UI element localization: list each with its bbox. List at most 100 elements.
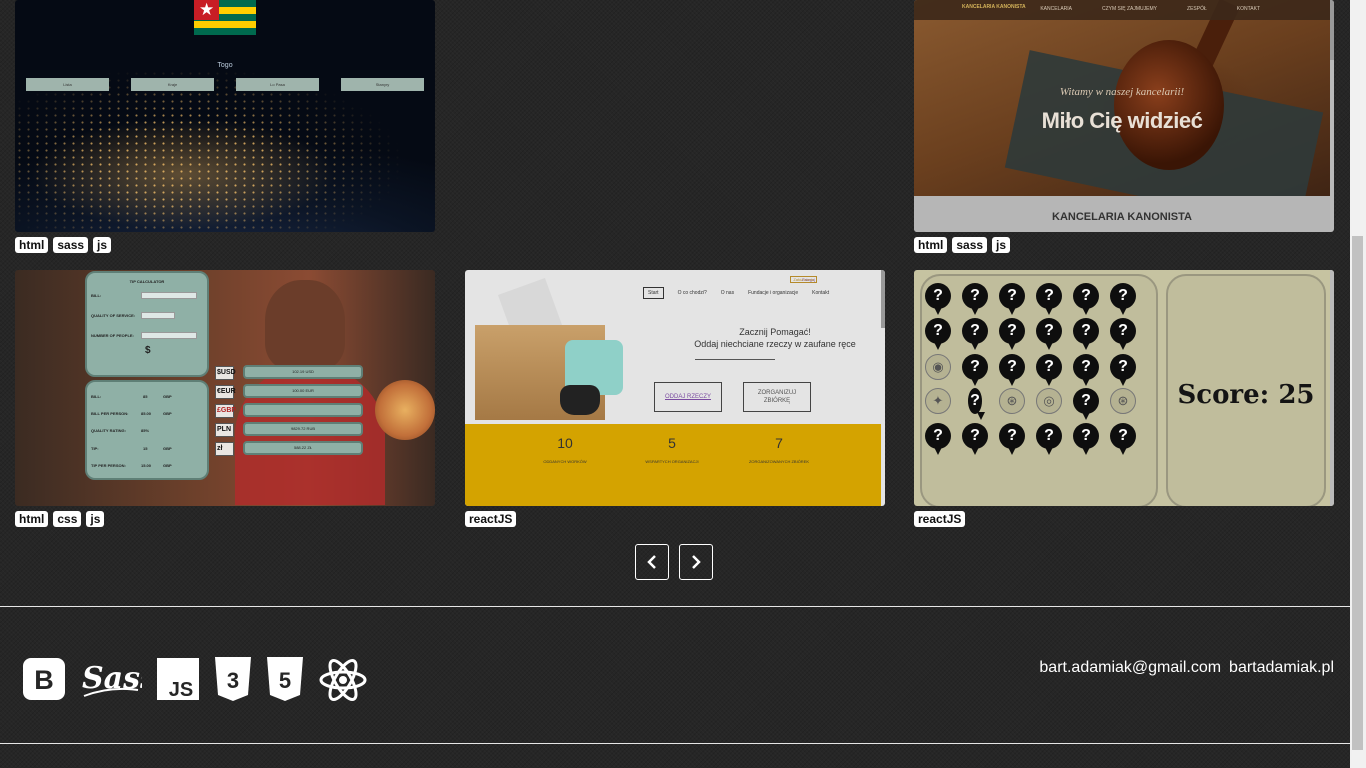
card-face: ◎ (1036, 388, 1062, 414)
result-label: TIP: (91, 446, 99, 451)
preview-scrollbar (1330, 270, 1334, 506)
page-scrollbar[interactable] (1350, 0, 1366, 768)
result-currency: GBP (163, 394, 172, 399)
hidden-card-icon: ? (962, 423, 988, 455)
stat-number: 10 (557, 435, 573, 451)
project-card-charity[interactable]: Zaloguj Załóż konto Start O co chodzi? O… (465, 270, 885, 506)
project-thumbnail[interactable]: Zaloguj Załóż konto Start O co chodzi? O… (465, 270, 885, 506)
hidden-card-icon: ? (962, 318, 988, 350)
project-card-tipcalc[interactable]: TIP CALCULATOR BILL: QUALITY OF SERVICE:… (15, 270, 435, 506)
scrollbar-thumb[interactable] (1352, 236, 1363, 750)
calc-label: NUMBER OF PEOPLE: (91, 333, 134, 338)
stat: 7 ZORGANIZOWANYCH ZBIÓREK (729, 435, 829, 464)
hidden-card-icon: ? (968, 388, 985, 420)
result-value: 85 (143, 394, 148, 399)
hidden-card-icon: ? (1036, 318, 1062, 350)
previous-page-button[interactable] (635, 544, 669, 580)
project-card-kancelaria[interactable]: KANCELARIA KANONISTA KANCELARIA CZYM SIĘ… (914, 0, 1334, 232)
website-link[interactable]: bartadamiak.pl (1229, 659, 1334, 677)
stat-label: ZORGANIZOWANYCH ZBIÓREK (748, 459, 810, 464)
chevron-right-icon (692, 555, 701, 569)
stat-number: 5 (668, 435, 676, 451)
hidden-card-icon: ? (925, 423, 951, 455)
hidden-card-icon: ? (1110, 423, 1136, 455)
currency-icon: £GBP (215, 404, 236, 418)
stat-label: WSPARTYCH ORGANIZACJI (645, 459, 699, 464)
preview-nav-link: ZESPÓŁ (1187, 6, 1207, 12)
hidden-card-icon: ? (1073, 388, 1099, 420)
tag: html (914, 237, 948, 253)
hidden-card-icon: ? (1110, 354, 1136, 386)
headline-line: Zacznij Pomagać! (739, 327, 811, 337)
preview-nav-link: Fundacje i organizacje (748, 290, 799, 296)
project-thumbnail[interactable]: TIP CALCULATOR BILL: QUALITY OF SERVICE:… (15, 270, 435, 506)
sass-icon: Sass (80, 656, 157, 707)
chevron-left-icon (647, 555, 656, 569)
country-name: Togo (217, 62, 233, 69)
results-panel: BILL: 85 GBP BILL PER PERSON: 85.00 GBP … (85, 380, 209, 480)
hidden-card-icon: ? (1073, 423, 1099, 455)
preview-button: Kraje (131, 78, 214, 91)
hidden-card-icon: ? (962, 354, 988, 386)
stat-number: 7 (775, 435, 783, 451)
tag: css (53, 511, 82, 527)
svg-text:5: 5 (279, 668, 291, 693)
tag: reactJS (914, 511, 966, 527)
preview-footer-title: KANCELARIA KANONISTA (1052, 211, 1192, 223)
result-value: 85% (141, 428, 150, 433)
project-thumbnail[interactable]: KANCELARIA KANONISTA KANCELARIA CZYM SIĘ… (914, 0, 1334, 232)
result-currency: GBP (163, 463, 172, 468)
hidden-card-icon: ? (999, 423, 1025, 455)
converter-bar: 9829.72 RUB (243, 422, 363, 436)
hidden-card-icon: ? (1073, 354, 1099, 386)
project-thumbnail[interactable]: Score: 25 ???????????? ◉????? ✦? ⊛ ◎? ⊛?????? (914, 270, 1334, 506)
hidden-card-icon: ? (962, 283, 988, 315)
result-label: BILL: (91, 394, 102, 399)
project-card-world[interactable]: ★ Togo Lista Kraje Lo Pasa Stanyry (15, 0, 435, 232)
project-card-memory[interactable]: Score: 25 ???????????? ◉????? ✦? ⊛ ◎? ⊛?????? (914, 270, 1334, 506)
tag-list: html sass js (914, 237, 1011, 253)
headline-line: Oddaj niechciane rzeczy w zaufane ręce (694, 339, 856, 349)
hidden-card-icon: ? (1073, 318, 1099, 350)
preview-nav: Start O co chodzi? O nas Fundacje i orga… (643, 287, 829, 299)
project-thumbnail[interactable]: ★ Togo Lista Kraje Lo Pasa Stanyry (15, 0, 435, 232)
result-currency: GBP (163, 446, 172, 451)
preview-brand: KANCELARIA KANONISTA (962, 4, 1026, 10)
currency-icon: $USD (215, 366, 236, 380)
hidden-card-icon: ? (925, 283, 951, 315)
bootstrap-icon: B (23, 658, 65, 705)
cta-button: ODDAJ RZECZY (654, 382, 722, 412)
gavel-photo (914, 0, 1330, 230)
preview-welcome: Witamy w naszej kancelarii! (1059, 86, 1185, 98)
email-link[interactable]: bart.adamiak@gmail.com (1039, 659, 1221, 677)
currency-icon: €EUR (215, 385, 236, 399)
tag-list: reactJS (914, 511, 966, 527)
preview-headline: Miło Cię widzieć (1041, 108, 1203, 133)
tag: js (992, 237, 1011, 253)
decoration (695, 359, 775, 360)
converter-bar: 588.22 ZŁ (243, 441, 363, 455)
preview-buttons: Lista Kraje Lo Pasa Stanyry (26, 78, 424, 91)
preview-nav-link: CZYM SIĘ ZAJMUJEMY (1102, 6, 1158, 12)
hidden-card-icon: ? (1036, 423, 1062, 455)
calc-label: QUALITY OF SERVICE: (91, 313, 136, 318)
preview-nav-link: KONTAKT (1236, 6, 1260, 12)
result-label: TIP PER PERSON: (91, 463, 126, 468)
preview-nav-link: O co chodzi? (677, 290, 707, 296)
html5-icon: 5 (267, 657, 303, 706)
hidden-card-icon: ? (999, 318, 1025, 350)
result-value: 15 (143, 446, 148, 451)
result-label: BILL PER PERSON: (91, 411, 129, 416)
tag-list: html css js (15, 511, 105, 527)
tag: html (15, 237, 49, 253)
tag: html (15, 511, 49, 527)
svg-text:Sass: Sass (82, 661, 142, 696)
react-icon (318, 656, 368, 709)
card-face: ◉ (925, 354, 951, 380)
hidden-card-icon: ? (1036, 283, 1062, 315)
stat: 5 WSPARTYCH ORGANIZACJI (622, 435, 722, 464)
preview-nav-link: O nas (720, 290, 735, 296)
tag: js (86, 511, 105, 527)
preview-nav-link: Start (643, 287, 664, 299)
next-page-button[interactable] (679, 544, 713, 580)
